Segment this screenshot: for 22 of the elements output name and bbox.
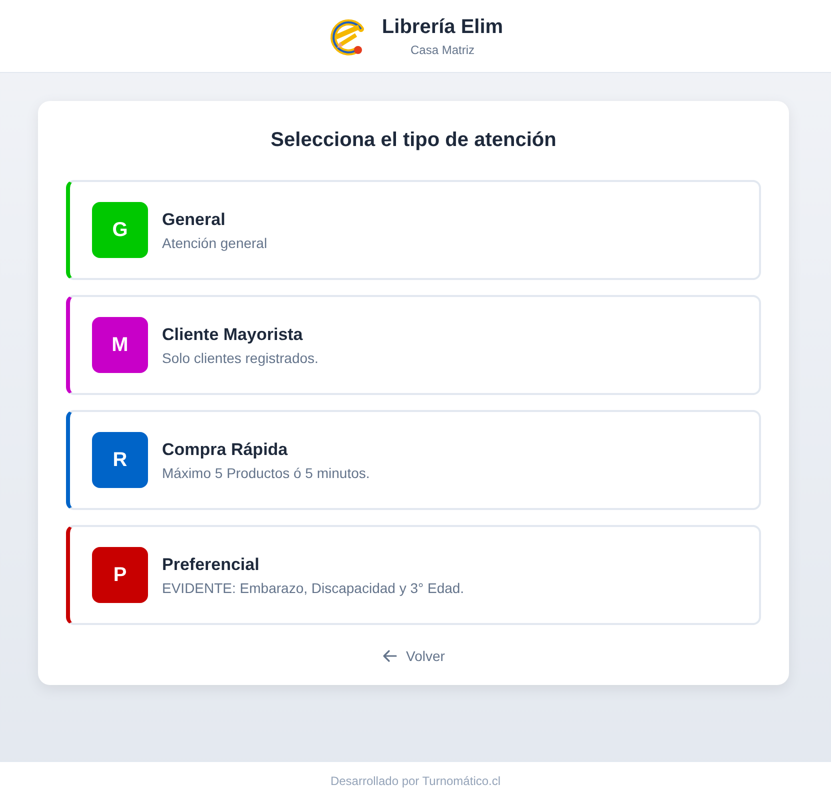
option-description: Máximo 5 Productos ó 5 minutos.	[162, 464, 370, 480]
option-name: Cliente Mayorista	[162, 324, 304, 344]
branch-name: Casa Matriz	[410, 42, 474, 56]
service-option[interactable]: G General Atención general	[66, 180, 761, 280]
footer-text: Desarrollado por Turnomático.cl	[0, 761, 831, 800]
service-option[interactable]: P Preferencial EVIDENTE: Embarazo, Discapacidad y 3° Edad.	[66, 525, 761, 625]
option-description: EVIDENTE: Embarazo, Discapacidad y 3° Edad.	[162, 580, 464, 596]
arrow-left-icon	[382, 648, 398, 664]
letter-badge: M	[92, 317, 148, 373]
letter-badge: P	[92, 547, 148, 603]
service-option[interactable]: M Cliente Mayorista Solo clientes registrados.	[66, 295, 761, 395]
option-name: Preferencial	[162, 554, 260, 574]
store-title: Librería Elim	[382, 16, 504, 38]
option-name: General	[162, 210, 226, 230]
option-description: Solo clientes registrados.	[162, 350, 318, 366]
letter-badge: G	[92, 202, 148, 258]
letter-badge: R	[92, 432, 148, 488]
card-title: Selecciona el tipo de atención	[270, 129, 558, 152]
option-name: Compra Rápida	[162, 440, 289, 460]
service-option[interactable]: R Compra Rápida Máximo 5 Productos ó 5 minutos.	[66, 410, 761, 510]
option-description: Atención general	[162, 234, 268, 250]
back-button[interactable]: Volver	[376, 647, 451, 665]
